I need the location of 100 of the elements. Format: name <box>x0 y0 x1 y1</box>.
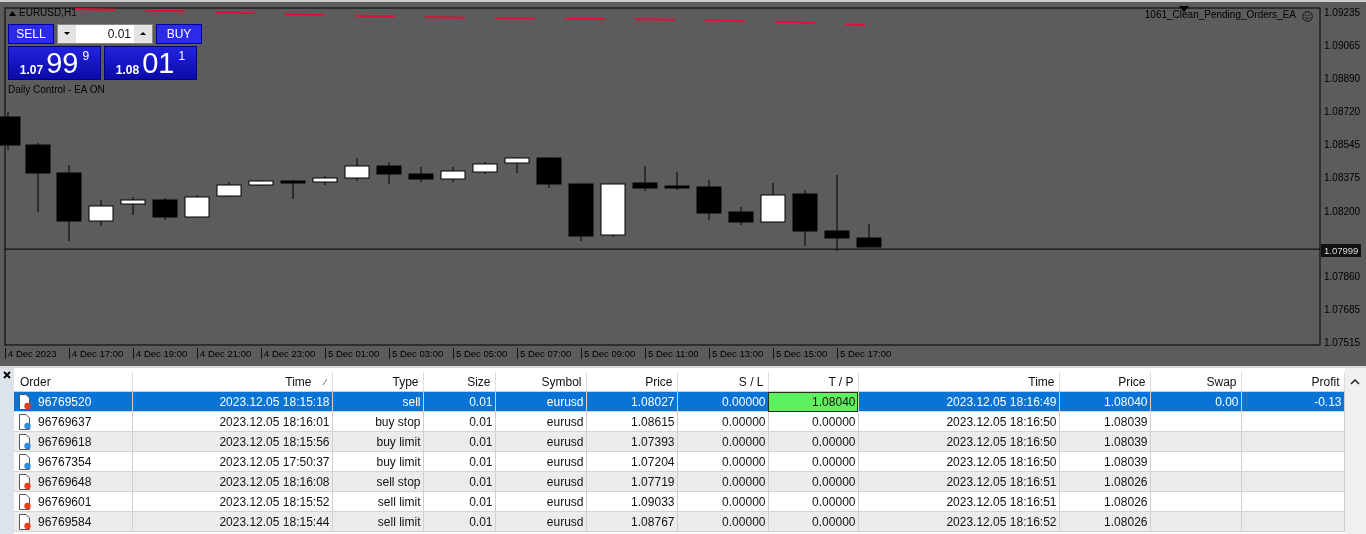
scroll-up-icon[interactable] <box>1350 378 1360 385</box>
table-cell: 2023.12.05 18:16:08 <box>219 474 330 489</box>
scrollbar[interactable] <box>1344 368 1366 534</box>
time-tick-label: 5 Dec 13:00 <box>709 348 764 359</box>
time-tick-label: 5 Dec 09:00 <box>581 348 636 359</box>
buy-button[interactable]: BUY <box>156 24 202 44</box>
collapse-icon[interactable] <box>9 11 16 16</box>
increase-icon[interactable] <box>134 25 152 43</box>
candlestick <box>472 161 498 175</box>
table-cell: sell limit <box>377 494 421 509</box>
table-cell: 1.08039 <box>1104 454 1148 469</box>
column-header[interactable]: Order <box>14 372 132 392</box>
table-cell: 0.00000 <box>812 414 856 429</box>
candlestick <box>664 171 690 191</box>
column-header[interactable]: Time <box>132 372 332 392</box>
column-header[interactable]: Swap <box>1150 372 1241 392</box>
price-tick-label: 1.09235 <box>1324 7 1361 18</box>
table-cell: 2023.12.05 18:15:56 <box>219 434 330 449</box>
price-tick-label: 1.08375 <box>1324 172 1361 183</box>
candlestick <box>0 111 21 151</box>
price-pips: 01 <box>142 47 175 79</box>
time-tick-label: 4 Dec 2023 <box>5 348 57 359</box>
order-row[interactable]: 96769584 2023.12.05 18:15:44 sell limit 0.01 eurusd 1.08767 0.00000 0.00000 2023.12.05 18:16:52 1.08026 <box>14 511 1344 532</box>
candlestick <box>344 157 370 182</box>
column-header[interactable]: Profit <box>1241 372 1344 392</box>
column-header[interactable]: T / P <box>768 372 858 392</box>
table-cell: 0.00000 <box>722 394 766 409</box>
price-prefix: 1.08 <box>115 63 140 77</box>
column-header[interactable]: S / L <box>677 372 768 392</box>
order-row[interactable]: 96769618 2023.12.05 18:15:56 buy limit 0.01 eurusd 1.07393 0.00000 0.00000 2023.12.05 18:16:50 1.08039 <box>14 431 1344 452</box>
candlestick <box>440 166 466 183</box>
table-cell: 1.07719 <box>631 474 675 489</box>
table-cell: 0.00000 <box>722 434 766 449</box>
candlestick <box>312 175 338 186</box>
table-cell: buy limit <box>376 454 421 469</box>
price-tick-label: 1.08200 <box>1324 205 1361 217</box>
column-header[interactable]: Symbol <box>495 372 586 392</box>
table-cell: 1.08026 <box>1104 514 1148 529</box>
order-row[interactable]: 96769520 2023.12.05 18:15:18 sell 0.01 eurusd 1.08027 0.00000 1.08040 2023.12.05 18:16:49 1.08040 0.00 -0.13 <box>14 391 1344 412</box>
table-cell: eurusd <box>546 474 584 489</box>
order-row[interactable]: 96769648 2023.12.05 18:16:08 sell stop 0.01 eurusd 1.07719 0.00000 0.00000 2023.12.05 18:16:51 1.08026 <box>14 471 1344 492</box>
table-cell: eurusd <box>546 434 584 449</box>
candlestick <box>600 183 626 238</box>
table-cell: buy stop <box>375 414 421 429</box>
column-header[interactable]: Type <box>332 372 423 392</box>
column-header[interactable]: Size <box>423 372 495 392</box>
candlestick <box>248 179 274 187</box>
table-cell: 96769618 <box>38 434 92 449</box>
price-prefix: 1.07 <box>19 63 44 77</box>
order-row[interactable]: 96769637 2023.12.05 18:16:01 buy stop 0.01 eurusd 1.08615 0.00000 0.00000 2023.12.05 18:16:50 1.08039 <box>14 411 1344 432</box>
table-cell: 1.08767 <box>631 514 675 529</box>
time-tick-label: 4 Dec 21:00 <box>197 348 252 359</box>
table-cell: 1.08027 <box>631 394 675 409</box>
time-tick-label: 5 Dec 15:00 <box>773 348 828 359</box>
table-cell: 0.00000 <box>812 474 856 489</box>
table-cell: 1.07393 <box>631 434 675 449</box>
time-tick-label: 4 Dec 23:00 <box>261 348 316 359</box>
time-tick-label: 5 Dec 03:00 <box>389 348 444 359</box>
candlestick <box>216 181 242 198</box>
column-header[interactable]: Price <box>586 372 677 392</box>
table-cell: 0.01 <box>469 514 493 529</box>
table-cell: -0.13 <box>1314 394 1342 409</box>
candlestick <box>120 196 146 216</box>
table-cell: 96769648 <box>38 474 92 489</box>
candlestick <box>696 179 722 221</box>
volume-field[interactable]: 0.01 <box>57 24 153 44</box>
price-fraction: 9 <box>82 49 90 63</box>
table-cell: 1.08040 <box>812 394 856 409</box>
column-header[interactable]: Time <box>858 372 1059 392</box>
table-cell: 2023.12.05 18:16:52 <box>946 514 1057 529</box>
table-cell: 0.00000 <box>812 454 856 469</box>
table-cell: 96767354 <box>38 454 92 469</box>
table-cell: 0.00000 <box>722 454 766 469</box>
table-cell: 0.00000 <box>722 414 766 429</box>
price-tick-label: 1.07685 <box>1324 304 1361 316</box>
candlestick <box>184 194 210 218</box>
current-price-label: 1.07999 <box>1321 244 1362 258</box>
candlestick <box>280 179 306 200</box>
table-cell: 0.00000 <box>812 434 856 449</box>
table-cell: 1.08615 <box>631 414 675 429</box>
order-row[interactable]: 96767354 2023.12.05 17:50:37 buy limit 0.01 eurusd 1.07204 0.00000 0.00000 2023.12.05 18:16:50 1.08039 <box>14 451 1344 472</box>
order-row[interactable]: 96769601 2023.12.05 18:15:52 sell limit 0.01 eurusd 1.09033 0.00000 0.00000 2023.12.05 18:16:51 1.08026 <box>14 491 1344 512</box>
table-cell: 1.08039 <box>1104 414 1148 429</box>
table-cell: 1.08026 <box>1104 494 1148 509</box>
chart-title: EURUSD,H1 <box>19 7 77 18</box>
candlestick <box>760 182 786 223</box>
price-tick-label: 1.08545 <box>1324 139 1361 151</box>
table-cell: 0.00000 <box>812 494 856 509</box>
table-cell: buy limit <box>376 434 421 449</box>
price-tick-label: 1.08720 <box>1324 105 1361 117</box>
sell-button[interactable]: SELL <box>8 24 54 44</box>
column-header[interactable]: Price <box>1059 372 1150 392</box>
table-cell: 2023.12.05 17:50:37 <box>219 454 330 469</box>
table-cell: sell <box>402 394 421 409</box>
decrease-icon[interactable] <box>58 25 76 43</box>
candlestick <box>504 156 530 174</box>
close-icon[interactable] <box>3 371 11 379</box>
table-cell: 0.01 <box>469 394 493 409</box>
table-cell: 0.00000 <box>722 514 766 529</box>
table-cell: 0.00000 <box>722 474 766 489</box>
